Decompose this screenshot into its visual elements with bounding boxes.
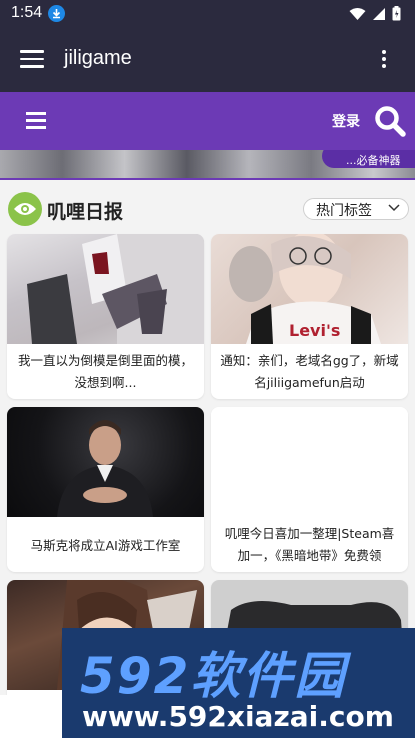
banner-image[interactable]: ...必备神器	[0, 150, 415, 180]
section-header: 叽哩日报 热门标签	[0, 186, 415, 232]
article-card[interactable]: 马斯克将成立AI游戏工作室	[7, 407, 204, 572]
article-title: 叽哩今日喜加一整理|Steam喜加一，《黑暗地带》免费领	[224, 526, 395, 563]
status-time: 1:54	[11, 4, 43, 21]
watermark-logo: 592软件园 www.592xiazai.com	[62, 628, 415, 738]
eye-icon	[8, 192, 42, 226]
watermark-brand: 592软件园	[80, 647, 347, 705]
chevron-down-icon	[388, 204, 400, 212]
status-icons	[349, 6, 401, 21]
status-bar: 1:54	[0, 0, 415, 28]
article-title: 我一直以为倒模是倒里面的模，没想到啊...	[17, 353, 193, 390]
banner-tag: ...必备神器	[322, 150, 415, 168]
app-title: jiligame	[64, 47, 132, 69]
article-thumbnail	[7, 234, 204, 344]
app-bar: jiligame	[0, 28, 415, 92]
bottom-bar	[0, 695, 62, 738]
site-header: 登录	[0, 92, 415, 150]
more-options-icon[interactable]	[381, 50, 387, 70]
article-thumbnail	[7, 407, 204, 517]
search-icon[interactable]	[374, 105, 406, 141]
tag-filter-label: 热门标签	[316, 203, 372, 219]
section-title: 叽哩日报	[47, 201, 124, 223]
tag-filter-select[interactable]: 热门标签	[303, 198, 409, 220]
screen: 1:54 jiligame 登录 ...必备神器 叽哩日报 热门标签 我一直以为…	[0, 0, 415, 738]
battery-icon	[392, 6, 401, 21]
menu-icon[interactable]	[20, 50, 44, 70]
download-icon	[48, 5, 65, 22]
article-thumbnail	[211, 407, 408, 517]
article-card[interactable]: Levi's 通知：亲们，老域名gg了，新域名jiliigamefun启动	[211, 234, 408, 399]
svg-text:Levi's: Levi's	[289, 321, 340, 340]
article-card[interactable]: 我一直以为倒模是倒里面的模，没想到啊...	[7, 234, 204, 399]
watermark-url: www.592xiazai.com	[82, 700, 394, 733]
article-thumbnail: Levi's	[211, 234, 408, 344]
login-link[interactable]: 登录	[332, 111, 360, 131]
article-title: 通知：亲们，老域名gg了，新域名jiliigamefun启动	[220, 353, 399, 390]
signal-icon	[373, 7, 385, 20]
article-card[interactable]: 叽哩今日喜加一整理|Steam喜加一，《黑暗地带》免费领	[211, 407, 408, 572]
site-menu-icon[interactable]	[26, 112, 46, 130]
wifi-icon	[349, 7, 366, 20]
article-title: 马斯克将成立AI游戏工作室	[30, 538, 181, 553]
